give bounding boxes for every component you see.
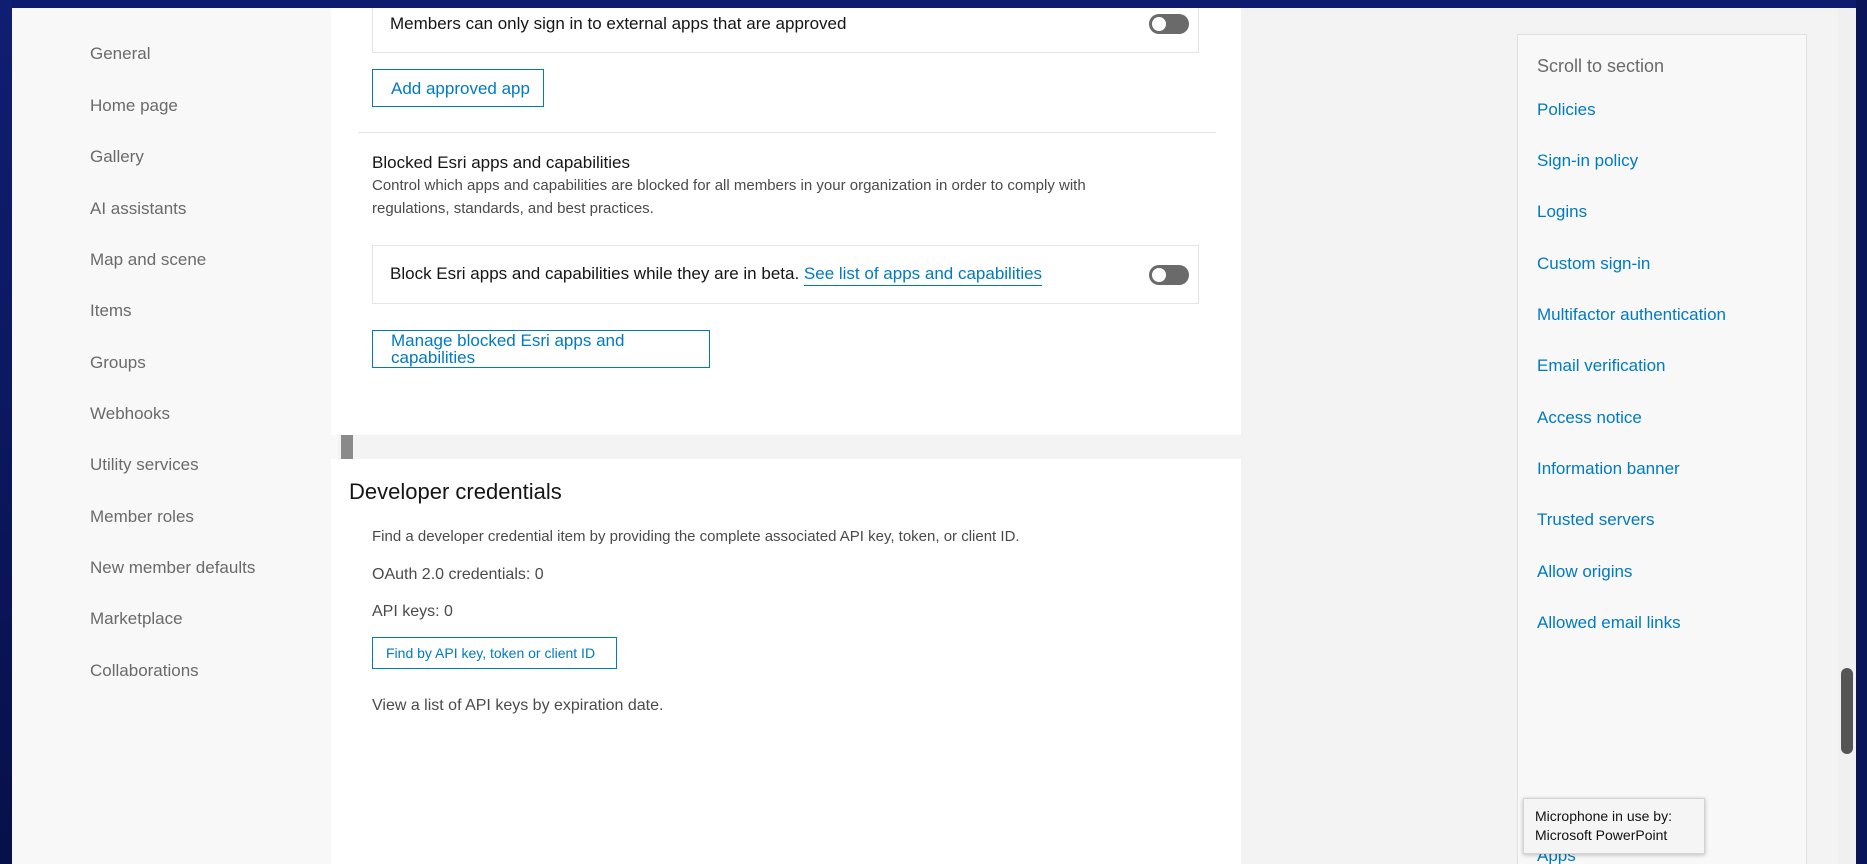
- toc-item-sign-in-policy[interactable]: Sign-in policy: [1537, 151, 1638, 171]
- toc-item-access-notice[interactable]: Access notice: [1537, 408, 1642, 428]
- blocked-apps-toggle[interactable]: [1149, 265, 1189, 285]
- toc-item-email-verification[interactable]: Email verification: [1537, 356, 1666, 376]
- toggle-knob: [1152, 268, 1166, 282]
- toc-item-allowed-email-links[interactable]: Allowed email links: [1537, 613, 1681, 633]
- developer-credentials-title: Developer credentials: [349, 479, 562, 504]
- toc-item-trusted-servers[interactable]: Trusted servers: [1537, 510, 1654, 530]
- toc-item-policies[interactable]: Policies: [1537, 100, 1596, 120]
- nav-item-member-roles[interactable]: Member roles: [90, 505, 194, 529]
- settings-nav: General Home page Gallery AI assistants …: [12, 8, 342, 864]
- toc-item-allow-origins[interactable]: Allow origins: [1537, 562, 1632, 582]
- nav-item-items[interactable]: Items: [90, 299, 132, 323]
- manage-blocked-apps-button[interactable]: Manage blocked Esri apps and capabilitie…: [372, 330, 710, 368]
- nav-item-general[interactable]: General: [90, 42, 150, 66]
- nav-item-gallery[interactable]: Gallery: [90, 145, 144, 169]
- blocked-apps-toggle-label: Block Esri apps and capabilities while t…: [390, 264, 1043, 286]
- view-api-keys-text: View a list of API keys by expiration da…: [372, 697, 664, 714]
- blocked-apps-toggle-text: Block Esri apps and capabilities while t…: [390, 264, 800, 283]
- approved-apps-toggle-label: Members can only sign in to external app…: [390, 14, 847, 33]
- nav-item-home-page[interactable]: Home page: [90, 94, 178, 118]
- toc-item-logins[interactable]: Logins: [1537, 202, 1587, 222]
- toggle-knob: [1152, 17, 1166, 31]
- blocked-apps-description-1: Control which apps and capabilities are …: [372, 177, 1086, 194]
- api-keys-count: API keys: 0: [372, 603, 453, 620]
- nav-item-webhooks[interactable]: Webhooks: [90, 402, 170, 426]
- see-list-of-apps-link[interactable]: See list of apps and capabilities: [803, 264, 1043, 286]
- approved-apps-toggle[interactable]: [1149, 14, 1189, 34]
- add-approved-app-button[interactable]: Add approved app: [372, 69, 544, 107]
- blocked-apps-description-2: regulations, standards, and best practic…: [372, 200, 654, 217]
- nav-item-new-member-defaults[interactable]: New member defaults: [90, 556, 255, 580]
- window-frame-left: [0, 0, 12, 864]
- nav-item-ai-assistants[interactable]: AI assistants: [90, 197, 186, 221]
- tooltip-line-1: Microphone in use by:: [1535, 808, 1672, 824]
- nav-item-utility-services[interactable]: Utility services: [90, 453, 199, 477]
- scroll-to-section-heading: Scroll to section: [1537, 56, 1665, 76]
- nav-item-marketplace[interactable]: Marketplace: [90, 607, 183, 631]
- tooltip-line-2: Microsoft PowerPoint: [1535, 827, 1668, 843]
- window-frame-right: [1856, 0, 1867, 864]
- find-by-api-key-button[interactable]: Find by API key, token or client ID: [372, 637, 617, 669]
- nav-item-groups[interactable]: Groups: [90, 351, 146, 375]
- toc-item-information-banner[interactable]: Information banner: [1537, 459, 1680, 479]
- oauth-credentials-count: OAuth 2.0 credentials: 0: [372, 566, 544, 583]
- section-divider: [358, 132, 1216, 133]
- toc-item-multifactor-authentication[interactable]: Multifactor authentication: [1537, 305, 1726, 325]
- nav-item-map-and-scene[interactable]: Map and scene: [90, 248, 206, 272]
- nav-item-collaborations[interactable]: Collaborations: [90, 659, 199, 683]
- microphone-in-use-tooltip: Microphone in use by: Microsoft PowerPoi…: [1523, 798, 1705, 854]
- window-frame-top: [0, 0, 1867, 8]
- page-scrollbar-thumb[interactable]: [1841, 668, 1853, 754]
- blocked-apps-title: Blocked Esri apps and capabilities: [372, 153, 630, 172]
- developer-credentials-description: Find a developer credential item by prov…: [372, 528, 1020, 545]
- toc-item-custom-sign-in[interactable]: Custom sign-in: [1537, 254, 1650, 274]
